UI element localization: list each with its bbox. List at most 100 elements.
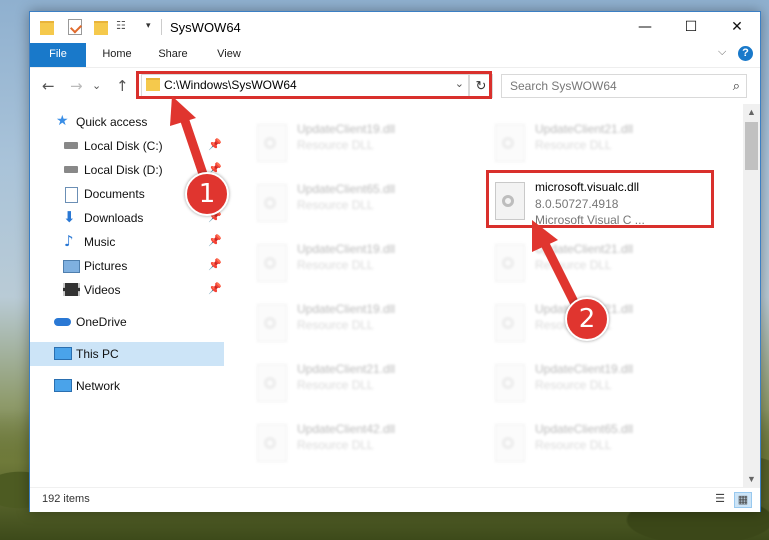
sidebar-item-quick-access[interactable]: ★ Quick access	[30, 110, 224, 134]
pin-icon[interactable]: 📌	[208, 258, 222, 271]
sidebar-item-videos[interactable]: Videos 📌	[30, 278, 224, 302]
customize-icon[interactable]: ☷	[116, 19, 130, 33]
sidebar-item-label: Music	[84, 235, 116, 249]
tiles-view-icon[interactable]: ▦	[734, 492, 752, 508]
qa-dropdown-icon[interactable]: ▾	[146, 20, 151, 31]
sidebar-item-label: Pictures	[84, 259, 128, 273]
file-name: UpdateClient21.dll	[297, 362, 396, 376]
sidebar-item-label: Documents	[84, 187, 145, 201]
file-item[interactable]: UpdateClient21.dll Resource DLL	[247, 354, 467, 410]
dll-file-icon	[257, 244, 287, 282]
back-button[interactable]: ←	[42, 77, 55, 95]
file-item[interactable]: UpdateClient19.dll Resource DLL	[247, 114, 467, 170]
explorer-window: ☷ ▾ SysWOW64 — ☐ ✕ File Home Share View …	[29, 11, 761, 512]
sidebar-item-label: OneDrive	[76, 315, 127, 329]
file-name: UpdateClient65.dll	[535, 422, 634, 436]
file-item[interactable]: UpdateClient19.dll Resource DLL	[247, 294, 467, 350]
sidebar-item-pictures[interactable]: Pictures 📌	[30, 254, 224, 278]
file-name: UpdateClient21.dll	[535, 242, 634, 256]
file-item[interactable]: UpdateClient19.dll Resource DLL	[485, 354, 705, 410]
dll-file-icon	[257, 424, 287, 462]
file-item[interactable]: UpdateClient42.dll Resource DLL	[247, 414, 467, 470]
forward-button[interactable]: →	[70, 77, 83, 95]
sidebar-item-local-disk-c[interactable]: Local Disk (C:) 📌	[30, 134, 224, 158]
dll-file-icon	[495, 244, 525, 282]
close-button[interactable]: ✕	[714, 12, 760, 43]
sidebar-item-this-pc[interactable]: This PC	[30, 342, 224, 366]
search-box[interactable]: Search SysWOW64 ⌕	[501, 74, 747, 98]
sidebar-item-label: Local Disk (C:)	[84, 139, 163, 153]
music-icon: ♪	[64, 232, 74, 250]
title-bar: ☷ ▾ SysWOW64 — ☐ ✕	[30, 12, 760, 43]
new-folder-icon[interactable]	[94, 21, 108, 35]
file-type: Resource DLL	[535, 438, 612, 452]
address-highlight-box	[136, 71, 492, 99]
callout-badge-2: 2	[565, 297, 609, 341]
help-icon[interactable]: ?	[738, 46, 753, 61]
file-type: Resource DLL	[297, 138, 374, 152]
file-name: UpdateClient19.dll	[535, 362, 634, 376]
sidebar-item-music[interactable]: ♪ Music 📌	[30, 230, 224, 254]
documents-icon	[65, 187, 78, 203]
properties-icon[interactable]	[68, 19, 83, 35]
file-name: UpdateClient19.dll	[297, 242, 396, 256]
scroll-up-icon[interactable]: ▲	[743, 104, 760, 120]
file-item[interactable]: UpdateClient21.dll Resource DLL	[485, 234, 705, 290]
item-count: 192 items	[42, 493, 90, 505]
recent-locations-button[interactable]: ⌄	[92, 79, 101, 92]
file-item[interactable]: UpdateClient21.dll Resource DLL	[485, 114, 705, 170]
sidebar-item-label: Downloads	[84, 211, 144, 225]
file-type: Resource DLL	[297, 378, 374, 392]
window-title: SysWOW64	[170, 20, 241, 35]
file-item[interactable]: UpdateClient19.dll Resource DLL	[247, 234, 467, 290]
dll-file-icon	[495, 124, 525, 162]
pin-icon[interactable]: 📌	[208, 234, 222, 247]
folder-icon	[40, 21, 54, 35]
details-view-icon[interactable]: ☰	[712, 492, 728, 506]
dll-file-icon	[257, 364, 287, 402]
search-input[interactable]: Search SysWOW64	[510, 79, 617, 93]
scrollbar-thumb[interactable]	[745, 122, 758, 170]
ribbon-collapse-icon[interactable]: ⌵	[718, 46, 726, 59]
cloud-icon	[54, 318, 71, 326]
file-highlight-box	[486, 170, 714, 228]
star-icon: ★	[56, 113, 69, 129]
minimize-button[interactable]: —	[622, 12, 668, 43]
ribbon-tabs: File Home Share View ⌵ ?	[30, 43, 760, 99]
callout-badge-1: 1	[185, 172, 229, 216]
sidebar-item-onedrive[interactable]: OneDrive	[30, 310, 224, 334]
tab-home[interactable]: Home	[92, 43, 142, 66]
pictures-icon	[63, 260, 80, 273]
file-list: UpdateClient19.dll Resource DLL UpdateCl…	[227, 104, 743, 487]
sidebar-item-label: Videos	[84, 283, 121, 297]
file-item[interactable]: UpdateClient65.dll Resource DLL	[485, 414, 705, 470]
pin-icon[interactable]: 📌	[208, 282, 222, 295]
dll-file-icon	[495, 304, 525, 342]
vertical-scrollbar[interactable]: ▲ ▼	[743, 104, 760, 487]
file-item[interactable]: UpdateClient65.dll Resource DLL	[247, 174, 467, 230]
tab-share[interactable]: Share	[148, 43, 198, 66]
sidebar-item-network[interactable]: Network	[30, 374, 224, 398]
tab-view[interactable]: View	[204, 43, 254, 66]
file-type: Resource DLL	[297, 198, 374, 212]
file-type: Resource DLL	[535, 378, 612, 392]
title-divider	[161, 19, 162, 35]
drive-icon	[64, 166, 78, 173]
navigation-pane: ★ Quick access Local Disk (C:) 📌 Local D…	[30, 104, 226, 487]
dll-file-icon	[495, 424, 525, 462]
search-icon[interactable]: ⌕	[733, 78, 740, 94]
up-button[interactable]: ↑	[116, 77, 129, 95]
scroll-down-icon[interactable]: ▼	[743, 471, 760, 487]
sidebar-item-label: Quick access	[76, 115, 148, 129]
sidebar-item-label: This PC	[76, 347, 119, 361]
dll-file-icon	[257, 124, 287, 162]
maximize-button[interactable]: ☐	[668, 12, 714, 43]
computer-icon	[54, 347, 72, 360]
network-icon	[54, 379, 72, 392]
status-bar: 192 items ☰ ▦	[30, 487, 760, 512]
file-type: Resource DLL	[297, 258, 374, 272]
dll-file-icon	[257, 304, 287, 342]
file-type: Resource DLL	[535, 138, 612, 152]
pin-icon[interactable]: 📌	[208, 138, 222, 151]
file-name: UpdateClient19.dll	[297, 302, 396, 316]
